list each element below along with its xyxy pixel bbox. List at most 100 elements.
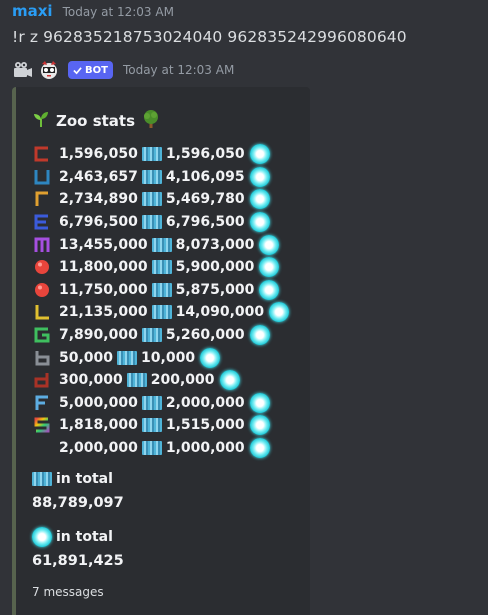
stat-right-value: 5,260,000 [165,327,245,344]
orb-icon [259,234,280,255]
bars-icon [141,215,162,230]
u-letter-icon [32,168,52,186]
embed-footer: 7 messages [32,585,104,599]
orb-icon [249,189,270,210]
orb-icon [200,347,221,368]
stat-right-value: 14,090,000 [175,304,265,321]
total-value: 88,789,097 [32,495,124,511]
stat-left-value: 2,000,000 [59,440,138,457]
stat-left-value: 7,890,000 [59,327,138,344]
stat-right-value: 10,000 [141,349,196,366]
stat-left-value: 11,800,000 [59,259,148,276]
stat-left-value: 300,000 [59,372,123,389]
stat-row: 1,818,000 1,515,000 [32,414,289,437]
stat-row: 21,135,000 14,090,000 [32,301,290,324]
tree-icon [141,109,161,133]
stat-right-value: 1,515,000 [165,417,245,434]
stat-row: 300,000 200,000 [32,369,289,392]
stat-left-value: 13,455,000 [59,236,148,253]
stat-left-value: 5,000,000 [59,394,138,411]
bars-icon [141,418,162,433]
orb-icon [32,527,52,547]
bars-icon [141,395,162,410]
stat-left-value: 21,135,000 [59,304,148,321]
total-section-1: in total 88,789,097 [32,469,124,511]
stat-row: 6,796,500 6,796,500 [32,211,289,234]
stat-right-value: 5,469,780 [165,191,245,208]
orb-icon [249,325,270,346]
orb-icon [249,166,270,187]
bars-icon [141,441,162,456]
stat-row: 11,750,000 5,875,000 [32,279,289,302]
total-value: 61,891,425 [32,553,124,569]
stat-left-value: 2,463,657 [59,168,138,185]
username[interactable]: maxi [12,2,53,20]
bot-header: BOT Today at 12:03 AM [12,58,234,82]
total-label: in total [56,529,113,545]
camera-icon [12,60,34,80]
stat-left-value: 11,750,000 [59,281,148,298]
bars-icon [141,147,162,162]
check-icon [73,66,82,74]
stat-right-value: 5,900,000 [175,259,255,276]
stats-list: 1,596,050 1,596,050 2,463,657 4,106,095 2,73… [32,143,290,460]
bars-icon [151,237,172,252]
stat-row: 11,800,000 5,900,000 [32,256,289,279]
stat-left-value: 2,734,890 [59,191,138,208]
orb-icon [249,212,270,233]
message-timestamp: Today at 12:03 AM [62,5,174,19]
d-letter-icon [32,371,52,389]
stat-right-value: 2,000,000 [165,394,245,411]
stat-right-value: 1,000,000 [165,440,245,457]
r-letter-icon [32,190,52,208]
orb-icon [259,279,280,300]
user-message: maxi Today at 12:03 AM !r z 962835218753… [12,2,482,46]
red-ball-icon [32,281,52,299]
bars-icon [141,169,162,184]
stat-row: 13,455,000 8,073,000 [32,233,289,256]
stat-left-value: 1,596,050 [59,146,138,163]
message-header: maxi Today at 12:03 AM [12,2,482,22]
bars-icon [117,350,138,365]
red-ball-icon [32,258,52,276]
bars-icon [151,282,172,297]
stat-right-value: 6,796,500 [165,214,245,231]
stat-left-value: 50,000 [59,349,114,366]
bars-icon [126,373,147,388]
bars-icon [151,260,172,275]
blank-icon [32,439,52,457]
orb-icon [249,415,270,436]
stat-right-value: 4,106,095 [165,168,245,185]
rainbow-s-icon [32,416,52,434]
bot-badge: BOT [68,61,113,79]
bot-badge-label: BOT [85,64,108,76]
stat-row: 2,000,000 1,000,000 [32,437,289,460]
stat-left-value: 1,818,000 [59,417,138,434]
bot-avatar[interactable] [38,60,60,80]
orb-icon [249,392,270,413]
bars-icon [141,192,162,207]
stat-row: 2,734,890 5,469,780 [32,188,289,211]
stat-row: 7,890,000 5,260,000 [32,324,289,347]
stat-left-value: 6,796,500 [59,214,138,231]
stat-row: 50,000 10,000 [32,346,289,369]
stat-row: 1,596,050 1,596,050 [32,143,289,166]
orb-icon [219,370,240,391]
stat-right-value: 200,000 [150,372,215,389]
seedling-icon [32,110,50,132]
message-content: !r z 962835218753024040 9628352429960806… [12,28,407,46]
zoo-stats-embed: Zoo stats 1,596,050 1,596,050 2,463,657 4,1… [12,87,310,615]
embed-title: Zoo stats [32,109,161,133]
stat-row: 2,463,657 4,106,095 [32,166,289,189]
f-letter-icon [32,394,52,412]
m-letter-icon [32,236,52,254]
bot-timestamp: Today at 12:03 AM [122,63,235,77]
l-letter-icon [32,303,52,321]
stat-right-value: 8,073,000 [175,236,255,253]
bars-icon [32,472,52,486]
embed-title-text: Zoo stats [56,112,136,130]
orb-icon [269,302,290,323]
b-letter-icon [32,349,52,367]
bars-icon [151,305,172,320]
g-letter-icon [32,326,52,344]
